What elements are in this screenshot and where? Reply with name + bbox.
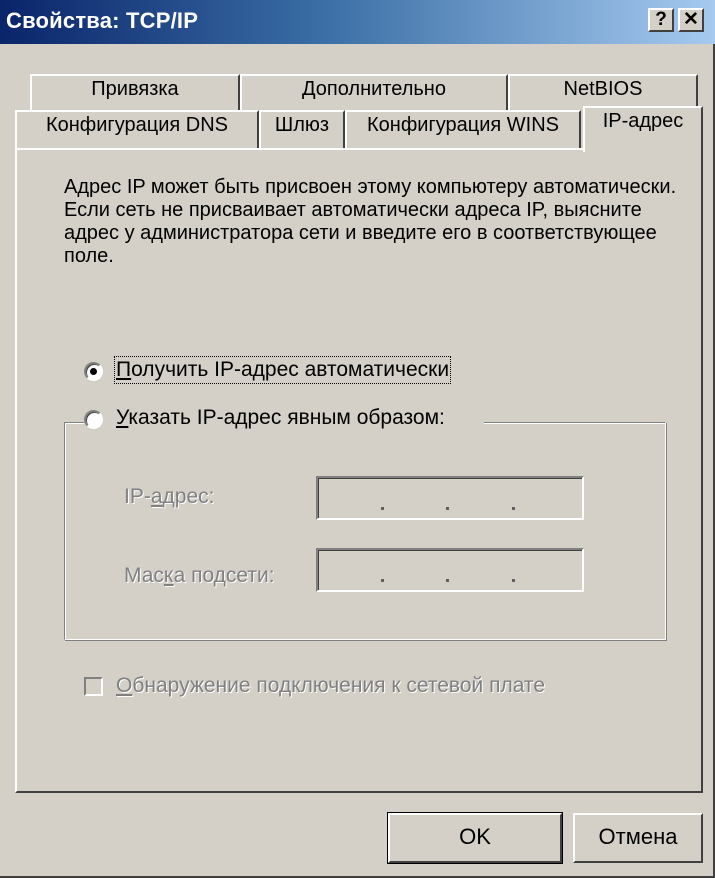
tcpip-properties-dialog: Свойства: TCP/IP ? ✕ Привязка Дополнител…: [0, 0, 715, 878]
radio-selected-dot: [90, 368, 97, 375]
ip-octet-separator: [512, 579, 515, 582]
radio-specify-manually-label[interactable]: Указать IP-адрес явным образом:: [116, 406, 445, 430]
ip-octet-separator: [446, 507, 449, 510]
tab-dns-config[interactable]: Конфигурация DNS: [15, 110, 259, 148]
subnet-mask-label: Маска подсети:: [124, 564, 275, 587]
title-bar[interactable]: Свойства: TCP/IP ? ✕: [0, 0, 715, 44]
tab-binding[interactable]: Привязка: [30, 74, 240, 110]
cancel-button[interactable]: Отмена: [573, 813, 703, 863]
ip-octet-separator: [512, 507, 515, 510]
window-title: Свойства: TCP/IP: [6, 8, 199, 33]
tab-netbios[interactable]: NetBIOS: [508, 74, 698, 110]
ip-address-label: IP-адрес:: [124, 485, 215, 508]
detect-connection-checkbox[interactable]: [84, 677, 103, 696]
tab-gateway[interactable]: Шлюз: [259, 110, 345, 148]
ok-button[interactable]: OK: [387, 812, 563, 864]
description-text: Адрес IP может быть присвоен этому компь…: [64, 176, 677, 267]
detect-connection-label[interactable]: Обнаружение подключения к сетевой плате: [116, 674, 545, 698]
ip-octet-separator: [381, 507, 384, 510]
ip-octet-separator: [381, 579, 384, 582]
manual-ip-groupbox: [64, 422, 666, 640]
radio-obtain-automatically-label[interactable]: Получить IP-адрес автоматически: [113, 356, 452, 384]
ip-octet-separator: [446, 579, 449, 582]
subnet-mask-input[interactable]: [316, 548, 584, 592]
ip-address-input[interactable]: [316, 476, 584, 520]
close-icon: ✕: [683, 9, 699, 30]
radio-specify-manually[interactable]: [84, 410, 103, 429]
tab-wins-config[interactable]: Конфигурация WINS: [345, 110, 581, 148]
help-button[interactable]: ?: [648, 8, 674, 32]
tab-ip-address[interactable]: IP-адрес: [583, 106, 703, 152]
close-button[interactable]: ✕: [678, 8, 704, 32]
radio-obtain-automatically[interactable]: [84, 362, 103, 381]
tab-advanced[interactable]: Дополнительно: [240, 74, 508, 110]
